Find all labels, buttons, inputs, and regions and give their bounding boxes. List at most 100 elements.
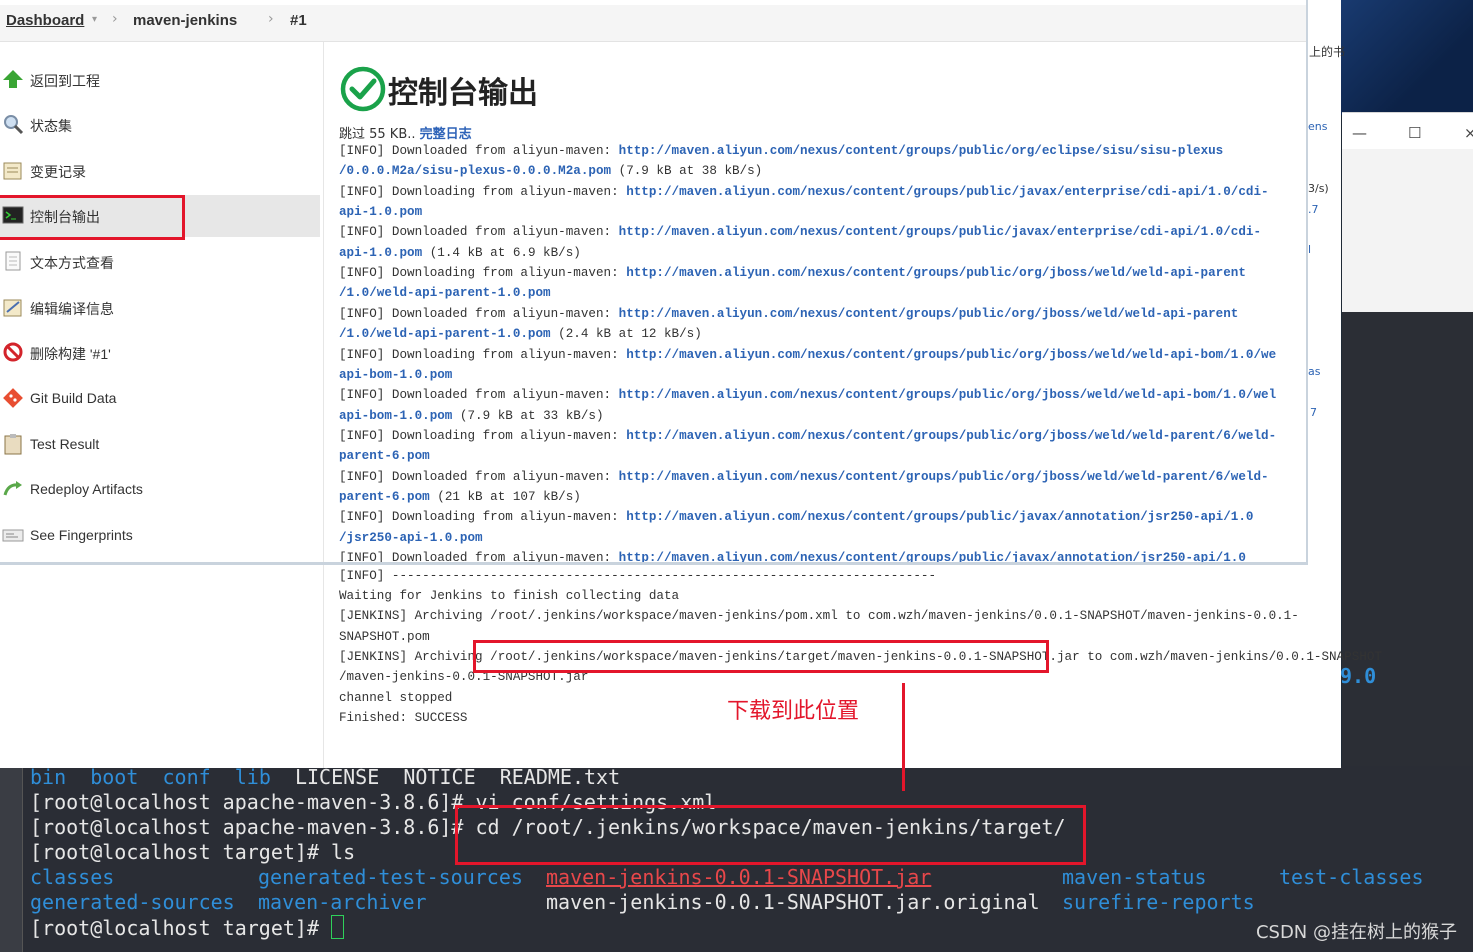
sidebar-item-delete-build[interactable]: 删除构建 '#1' [0,332,320,374]
minimize-button[interactable]: — [1352,124,1367,142]
log-prefix: [INFO] Downloaded from aliyun-maven: [339,551,619,562]
log-prefix: [INFO] Downloaded from aliyun-maven: [339,225,619,240]
highlight-box-console-output [0,195,185,240]
log-suffix: (21 kB at 107 kB/s) [429,489,581,504]
log-line: [JENKINS] Archiving /root/.jenkins/works… [339,609,1299,623]
log-link[interactable]: parent-6.pom [339,490,430,504]
notepad-pencil-icon [3,299,22,317]
jar-original-file: maven-jenkins-0.0.1-SNAPSHOT.jar.origina… [546,890,1040,914]
log-link[interactable]: http://maven.aliyun.com/nexus/content/gr… [619,307,1239,321]
log-link[interactable]: /1.0/weld-api-parent-1.0.pom [339,286,551,300]
log-link[interactable]: /jsr250-api-1.0.pom [339,531,483,545]
maximize-button[interactable]: ☐ [1408,124,1421,142]
annotation-connector-line [902,683,905,791]
sidebar-item-git-build-data[interactable]: Git Build Data [0,378,320,420]
log-link[interactable]: http://maven.aliyun.com/nexus/content/gr… [626,185,1268,199]
breadcrumb: Dashboard ▾ › maven-jenkins › #1 [0,5,1306,42]
prompt-text: [root@localhost target]# [30,916,332,940]
sidebar-item-view-as-text[interactable]: 文本方式查看 [0,241,320,283]
terminal-line-listing: bin boot conf lib LICENSE NOTICE README.… [30,765,620,790]
log-link[interactable]: api-bom-1.0.pom [339,368,452,382]
log-prefix: [INFO] Downloading from aliyun-maven: [339,510,627,525]
log-line: Waiting for Jenkins to finish collecting… [339,589,680,603]
log-line: /jsr250-api-1.0.pom [339,528,483,548]
log-link[interactable]: http://maven.aliyun.com/nexus/content/gr… [626,510,1253,524]
sidebar-item-label: 文本方式查看 [30,255,114,271]
dir-bin: bin [30,765,67,789]
sidebar-item-see-fingerprints[interactable]: See Fingerprints [0,515,320,557]
dir-test-classes: test-classes [1279,865,1424,889]
breadcrumb-separator: › [112,11,118,27]
log-link[interactable]: http://maven.aliyun.com/nexus/content/gr… [619,470,1269,484]
background-text: .7 [1308,203,1319,216]
console-log-visible-region: [INFO] Downloaded from aliyun-maven: htt… [323,140,1308,562]
jenkins-browser-window: Dashboard ▾ › maven-jenkins › #1 返回到工程 状… [0,0,1382,791]
git-icon [3,388,23,408]
log-link[interactable]: api-1.0.pom [339,205,422,219]
log-link[interactable]: parent-6.pom [339,449,430,463]
log-link[interactable]: http://maven.aliyun.com/nexus/content/gr… [619,225,1261,239]
log-suffix: (1.4 kB at 6.9 kB/s) [422,245,581,260]
log-line: [INFO] Downloading from aliyun-maven: ht… [339,345,1276,365]
log-link[interactable]: http://maven.aliyun.com/nexus/content/gr… [626,348,1276,362]
log-prefix: [INFO] Downloaded from aliyun-maven: [339,388,619,403]
sidebar-item-label: 编辑编译信息 [30,301,114,317]
log-line: [INFO] Downloading from aliyun-maven: ht… [339,507,1253,527]
log-link[interactable]: http://maven.aliyun.com/nexus/content/gr… [619,144,1224,158]
terminal-scrollbar[interactable] [0,766,23,952]
terminal-prompt[interactable]: [root@localhost target]# [30,915,345,941]
log-line-finished: Finished: SUCCESS [339,711,468,725]
close-button[interactable]: × [1464,124,1473,142]
dir-surefire-reports: surefire-reports [1062,890,1255,914]
highlight-box-jar-path [473,640,1049,673]
log-link[interactable]: http://maven.aliyun.com/nexus/content/gr… [619,388,1277,402]
breadcrumb-build[interactable]: #1 [290,12,307,29]
log-line: /1.0/weld-api-parent-1.0.pom (2.4 kB at … [339,324,702,344]
sidebar-item-changes-set[interactable]: 状态集 [0,104,320,146]
log-link[interactable]: /1.0/weld-api-parent-1.0.pom [339,327,551,341]
clipboard-icon [4,434,22,455]
background-text: l [1308,243,1312,256]
log-link[interactable]: http://maven.aliyun.com/nexus/content/gr… [619,551,1246,562]
log-link[interactable]: api-bom-1.0.pom [339,409,452,423]
log-line: [INFO] Downloaded from aliyun-maven: htt… [339,385,1276,405]
redeploy-icon [3,481,22,496]
log-prefix: [INFO] Downloaded from aliyun-maven: [339,144,619,158]
log-link[interactable]: /0.0.0.M2a/sisu-plexus-0.0.0.M2a.pom [339,164,611,178]
log-line: /0.0.0.M2a/sisu-plexus-0.0.0.M2a.pom (7.… [339,161,762,181]
breadcrumb-separator: › [268,11,274,27]
chevron-down-icon[interactable]: ▾ [92,14,97,25]
log-line: api-bom-1.0.pom [339,365,452,385]
sidebar-item-back-to-project[interactable]: 返回到工程 [0,59,320,101]
sidebar-item-change-log[interactable]: 变更记录 [0,150,320,192]
log-link[interactable]: http://maven.aliyun.com/nexus/content/gr… [626,266,1246,280]
sidebar: 返回到工程 状态集 变更记录 控制台输出 文本方式查看 编辑编译信息 删除构建 … [0,42,324,768]
sidebar-item-label: See Fingerprints [30,527,133,543]
log-prefix: [INFO] Downloading from aliyun-maven: [339,428,627,443]
background-dark-panel [1342,312,1473,772]
log-prefix: [INFO] Downloading from aliyun-maven: [339,266,627,281]
log-link[interactable]: api-1.0.pom [339,246,422,260]
dir-boot: boot [90,765,139,789]
sidebar-item-label: 删除构建 '#1' [30,346,111,362]
log-link[interactable]: http://maven.aliyun.com/nexus/content/gr… [626,429,1276,443]
dir-classes: classes [30,865,115,889]
window-edge [0,562,1308,565]
sidebar-item-edit-build-info[interactable]: 编辑编译信息 [0,287,320,329]
log-prefix: [INFO] Downloaded from aliyun-maven: [339,306,619,321]
jar-file-highlighted: maven-jenkins-0.0.1-SNAPSHOT.jar [546,865,932,889]
document-icon [5,251,21,271]
breadcrumb-dashboard[interactable]: Dashboard [6,12,84,29]
sidebar-item-label: 变更记录 [30,164,86,180]
log-line: /1.0/weld-api-parent-1.0.pom [339,283,551,303]
sidebar-item-redeploy-artifacts[interactable]: Redeploy Artifacts [0,469,320,511]
breadcrumb-job[interactable]: maven-jenkins [133,12,237,29]
log-prefix: [INFO] Downloading from aliyun-maven: [339,347,627,362]
sidebar-item-label: 返回到工程 [30,73,100,89]
sidebar-item-test-result[interactable]: Test Result [0,424,320,466]
log-line: api-1.0.pom [339,202,422,222]
log-line: [INFO] Downloaded from aliyun-maven: htt… [339,467,1269,487]
dir-conf: conf [162,765,211,789]
log-suffix: (2.4 kB at 12 kB/s) [550,327,702,342]
sidebar-item-label: Test Result [30,436,100,452]
